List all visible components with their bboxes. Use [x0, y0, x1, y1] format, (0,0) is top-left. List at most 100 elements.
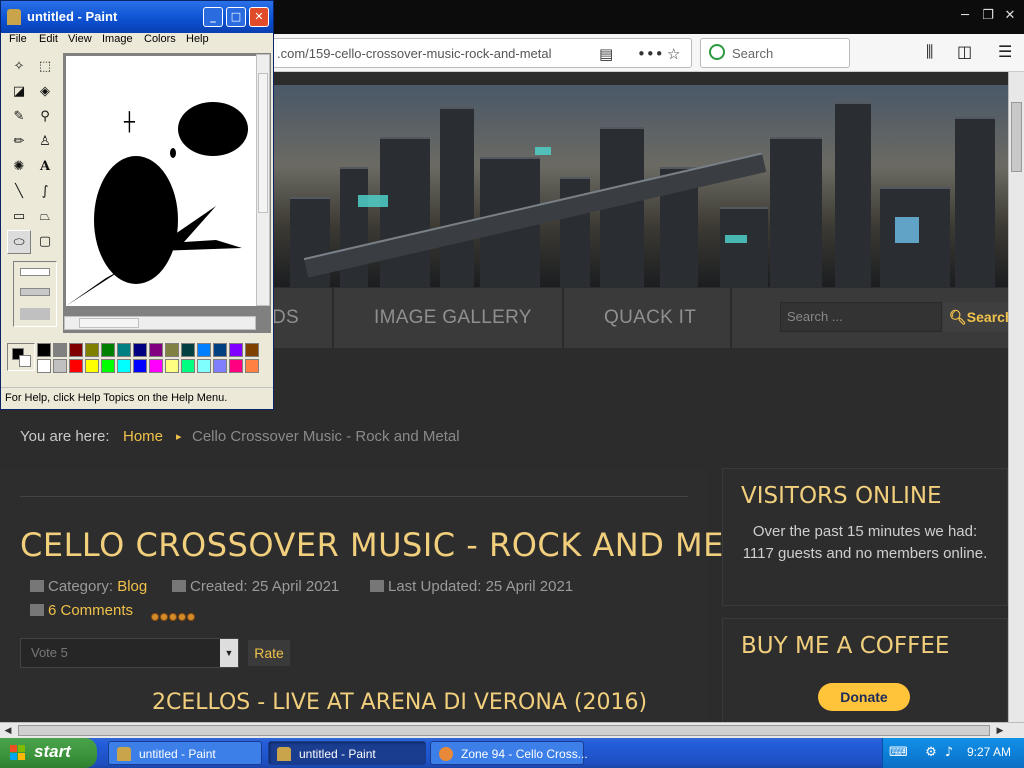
- palette-swatch[interactable]: [53, 359, 67, 373]
- palette-swatch[interactable]: [245, 343, 259, 357]
- breadcrumb-home-link[interactable]: Home: [123, 428, 163, 445]
- palette-swatch[interactable]: [245, 359, 259, 373]
- article-comments[interactable]: 6 Comments: [30, 602, 133, 619]
- fill-icon[interactable]: ◈: [33, 80, 57, 104]
- minimize-button[interactable]: ─: [954, 6, 976, 26]
- reader-view-icon[interactable]: ▤: [599, 45, 613, 63]
- start-button[interactable]: start: [0, 738, 97, 768]
- palette-swatch[interactable]: [85, 359, 99, 373]
- pencil-icon[interactable]: ✏: [7, 130, 31, 154]
- rate-button[interactable]: Rate: [248, 640, 290, 666]
- url-text[interactable]: .com/159-cello-crossover-music-rock-and-…: [277, 46, 552, 61]
- nav-item-quack-it[interactable]: QUACK IT: [604, 288, 696, 348]
- palette-swatch[interactable]: [101, 343, 115, 357]
- palette-swatch[interactable]: [229, 343, 243, 357]
- vote-selected-value: Vote 5: [31, 645, 68, 660]
- chevron-down-icon[interactable]: ▼: [220, 639, 238, 667]
- taskbar-item-browser[interactable]: Zone 94 - Cello Cross...: [430, 741, 588, 765]
- palette-swatch[interactable]: [133, 343, 147, 357]
- site-search-button[interactable]: 🔍︎Search: [943, 302, 1008, 332]
- menu-file[interactable]: File: [9, 33, 27, 45]
- vertical-scrollbar[interactable]: [1008, 72, 1024, 722]
- palette-swatch[interactable]: [85, 343, 99, 357]
- tool-options[interactable]: [13, 261, 57, 327]
- comments-link[interactable]: 6 Comments: [48, 602, 133, 619]
- palette-swatch[interactable]: [117, 359, 131, 373]
- palette-swatch[interactable]: [37, 359, 51, 373]
- text-icon[interactable]: A: [33, 155, 57, 179]
- palette-swatch[interactable]: [37, 343, 51, 357]
- palette-swatch[interactable]: [197, 343, 211, 357]
- palette-swatch[interactable]: [229, 359, 243, 373]
- palette-swatch[interactable]: [133, 359, 147, 373]
- paint-horizontal-scrollbar[interactable]: [64, 316, 256, 330]
- curve-icon[interactable]: ∫: [33, 180, 57, 204]
- current-colors[interactable]: [7, 343, 35, 371]
- taskbar-item-paint-1[interactable]: untitled - Paint: [108, 741, 262, 765]
- palette-swatch[interactable]: [101, 359, 115, 373]
- paint-titlebar[interactable]: untitled - Paint _ □ ✕: [1, 1, 273, 33]
- palette-swatch[interactable]: [165, 343, 179, 357]
- palette-swatch[interactable]: [213, 343, 227, 357]
- close-button[interactable]: ✕: [999, 6, 1021, 26]
- palette-swatch[interactable]: [197, 359, 211, 373]
- close-button[interactable]: ✕: [249, 7, 269, 27]
- nav-item-downloads[interactable]: DS: [272, 288, 299, 348]
- palette-swatch[interactable]: [69, 359, 83, 373]
- rect-select-icon[interactable]: ⬚: [33, 55, 57, 79]
- magnifier-icon[interactable]: ⚲: [33, 105, 57, 129]
- menu-image[interactable]: Image: [102, 33, 133, 45]
- browser-search-box[interactable]: Search: [700, 38, 850, 68]
- menu-view[interactable]: View: [68, 33, 92, 45]
- keyboard-icon[interactable]: ⌨: [889, 745, 908, 761]
- taskbar-item-paint-2[interactable]: untitled - Paint: [268, 741, 426, 765]
- paint-vertical-scrollbar[interactable]: [256, 54, 270, 306]
- drawn-shapes: [66, 206, 242, 306]
- palette-swatch[interactable]: [181, 359, 195, 373]
- line-icon[interactable]: ╲: [7, 180, 31, 204]
- free-select-icon[interactable]: ✧: [7, 55, 31, 79]
- page-actions-icon[interactable]: •••: [637, 45, 664, 63]
- nav-item-image-gallery[interactable]: IMAGE GALLERY: [374, 288, 532, 348]
- bookmark-star-icon[interactable]: ☆: [667, 45, 680, 63]
- vote-select[interactable]: Vote 5 ▼: [20, 638, 239, 668]
- palette-swatch[interactable]: [149, 343, 163, 357]
- volume-icon[interactable]: ♪: [941, 745, 957, 761]
- scroll-left-icon[interactable]: ◀: [0, 723, 16, 739]
- minimize-button[interactable]: _: [203, 7, 223, 27]
- menu-help[interactable]: Help: [186, 33, 209, 45]
- network-icon[interactable]: ⚙: [923, 745, 939, 761]
- brush-icon[interactable]: ♙: [33, 130, 57, 154]
- palette-swatch[interactable]: [213, 359, 227, 373]
- restore-button[interactable]: ❐: [977, 6, 999, 26]
- color-picker-icon[interactable]: ✎: [7, 105, 31, 129]
- scroll-thumb[interactable]: [1011, 102, 1022, 172]
- paint-canvas[interactable]: ┼: [66, 56, 258, 306]
- address-bar[interactable]: .com/159-cello-crossover-music-rock-and-…: [268, 38, 692, 68]
- eraser-icon[interactable]: ◪: [7, 80, 31, 104]
- palette-swatch[interactable]: [53, 343, 67, 357]
- rounded-rect-icon[interactable]: ▢: [33, 230, 57, 254]
- category-link[interactable]: Blog: [117, 578, 147, 595]
- menu-edit[interactable]: Edit: [39, 33, 58, 45]
- library-icon[interactable]: ⫼: [926, 42, 933, 62]
- ellipse-icon[interactable]: ⬭: [7, 230, 31, 254]
- polygon-icon[interactable]: ⏢: [33, 205, 57, 229]
- airbrush-icon[interactable]: ✺: [7, 155, 31, 179]
- palette-swatch[interactable]: [181, 343, 195, 357]
- palette-swatch[interactable]: [165, 359, 179, 373]
- donate-button[interactable]: Donate: [818, 683, 910, 711]
- scroll-thumb[interactable]: [18, 725, 990, 736]
- star-icon: [178, 613, 186, 621]
- menu-colors[interactable]: Colors: [144, 33, 176, 45]
- horizontal-scrollbar[interactable]: ◀ ▶: [0, 722, 1024, 738]
- palette-swatch[interactable]: [117, 343, 131, 357]
- maximize-button[interactable]: □: [226, 7, 246, 27]
- palette-swatch[interactable]: [149, 359, 163, 373]
- scroll-right-icon[interactable]: ▶: [992, 723, 1008, 739]
- menu-icon[interactable]: ☰: [998, 42, 1012, 61]
- palette-swatch[interactable]: [69, 343, 83, 357]
- site-search-input[interactable]: Search ...: [780, 302, 942, 332]
- rectangle-icon[interactable]: ▭: [7, 205, 31, 229]
- sidebar-icon[interactable]: ◫: [957, 42, 972, 61]
